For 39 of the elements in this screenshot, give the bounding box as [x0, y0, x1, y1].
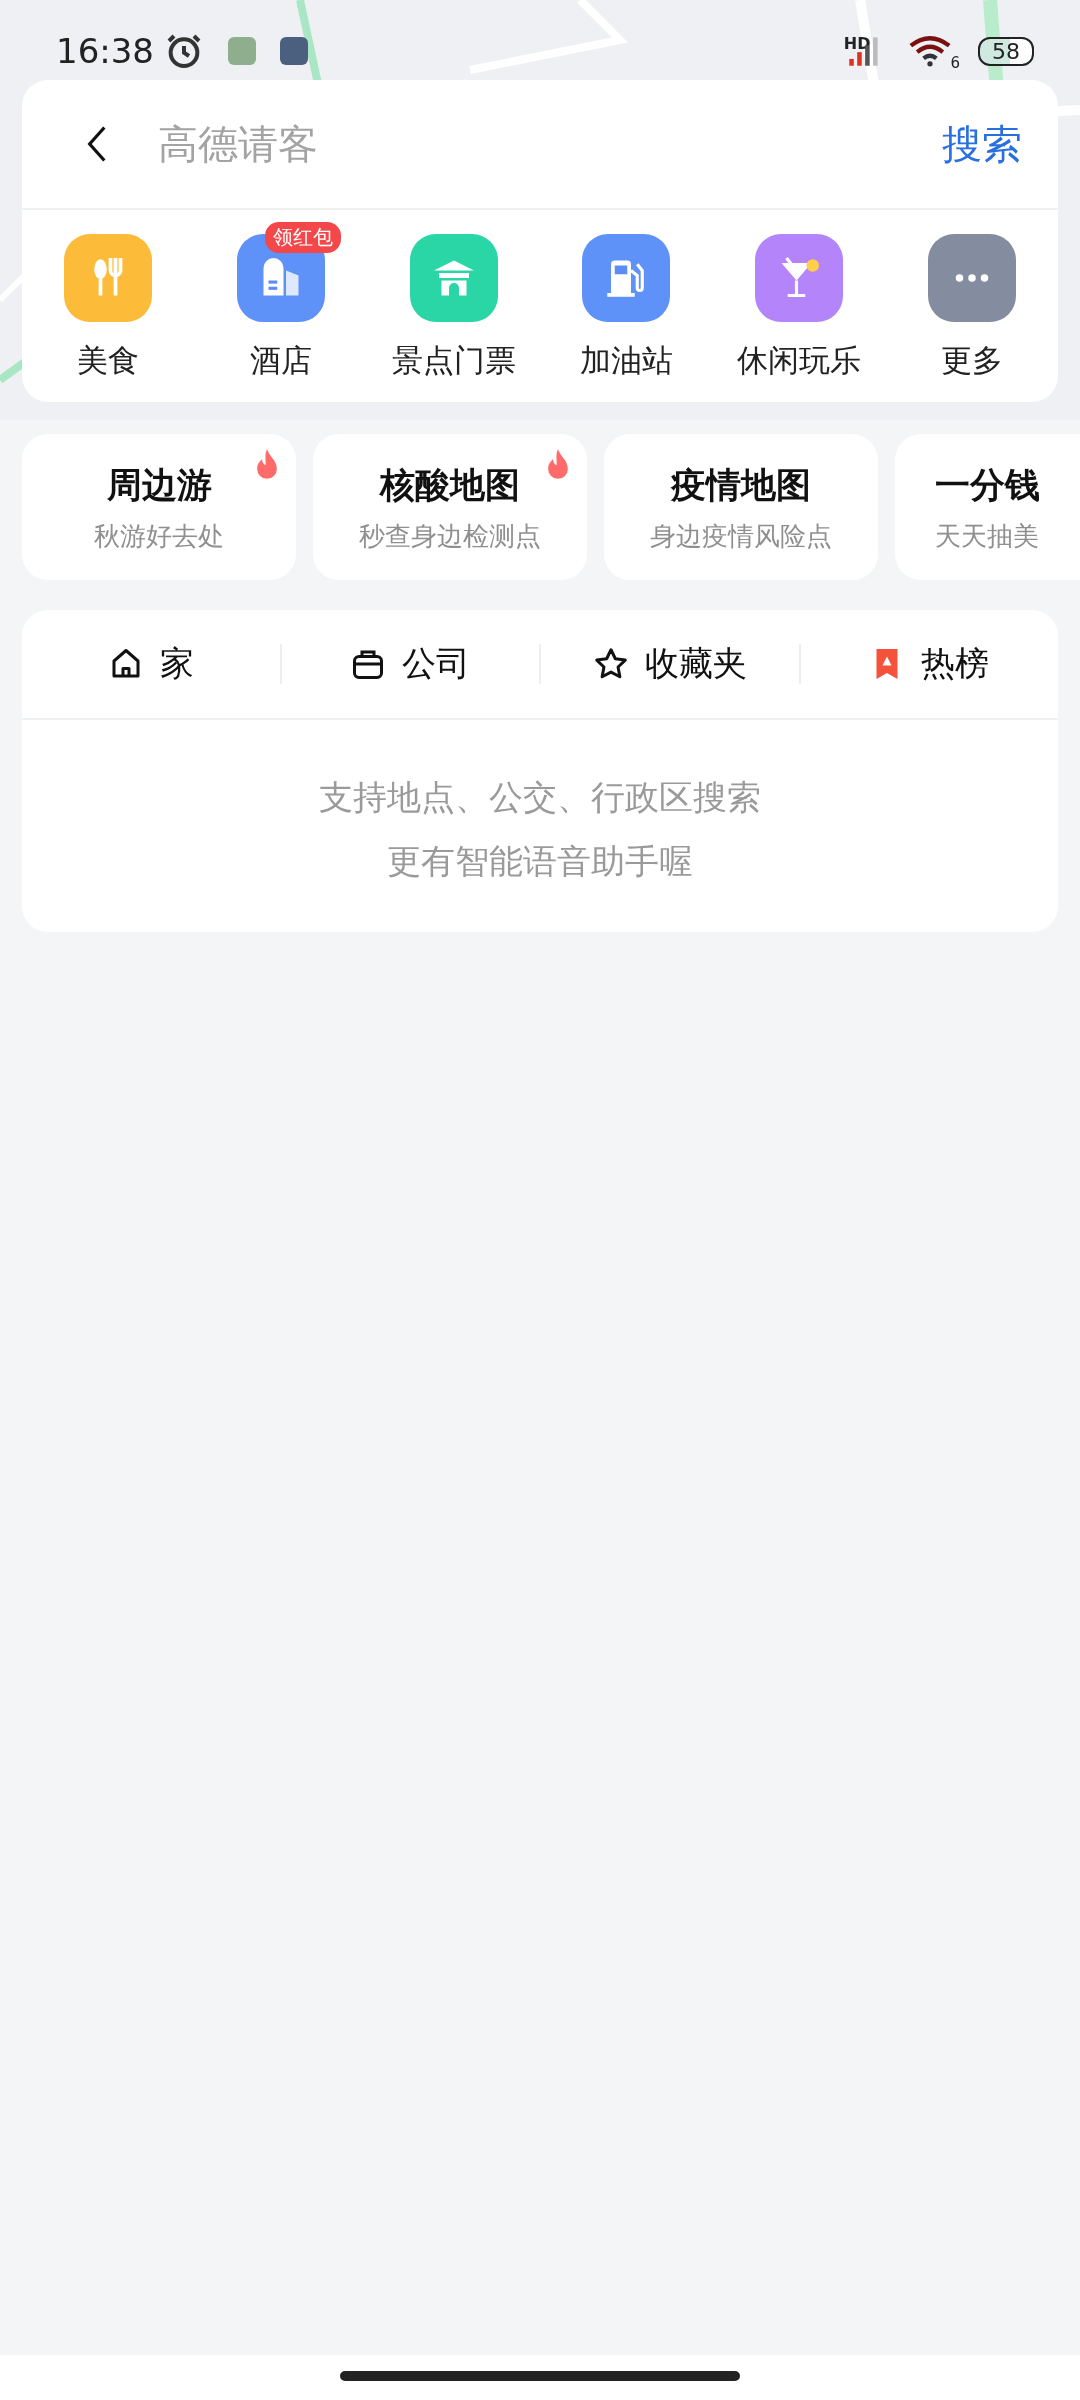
- search-button[interactable]: 搜索: [942, 116, 1022, 172]
- card-title: 疫情地图: [671, 464, 811, 507]
- card-subtitle: 秒查身边检测点: [359, 520, 541, 553]
- card-subtitle: 身边疫情风险点: [650, 520, 832, 553]
- card-subtitle: 天天抽美: [935, 520, 1039, 553]
- shortcut-label[interactable]: 景点门票: [391, 340, 516, 382]
- shortcut-label[interactable]: 休闲玩乐: [737, 340, 862, 382]
- gate-icon[interactable]: [409, 234, 498, 322]
- card-title: 核酸地图: [380, 464, 520, 507]
- card-title: 一分钱: [935, 464, 1040, 507]
- more-icon[interactable]: [928, 234, 1016, 322]
- card-title: 周边游: [106, 464, 212, 507]
- shortcut-label[interactable]: 更多: [941, 340, 1003, 382]
- shortcut-tab[interactable]: 家: [22, 634, 280, 694]
- quick-card[interactable]: 核酸地图 秒查身边检测点: [313, 434, 587, 580]
- fuel-pump-icon[interactable]: [582, 234, 671, 322]
- promo-badge: 领红包: [264, 222, 341, 253]
- hint-text: 支持地点、公交、行政区搜索: [319, 776, 761, 819]
- clock-time: 16:38: [56, 31, 154, 71]
- hint-text: 更有智能语音助手喔: [387, 840, 693, 883]
- wifi-icon: [908, 35, 953, 67]
- cocktail-icon[interactable]: [755, 234, 844, 322]
- wifi-label: 6: [950, 54, 960, 72]
- card-subtitle: 秋游好去处: [94, 520, 224, 553]
- app-icon: [280, 37, 308, 65]
- cutlery-icon[interactable]: [64, 234, 152, 322]
- quick-card[interactable]: 周边游 秋游好去处: [22, 434, 296, 580]
- quick-card[interactable]: 疫情地图 身边疫情风险点: [604, 434, 878, 580]
- shortcut-tab[interactable]: 公司: [281, 634, 539, 694]
- search-field[interactable]: 高德请客: [156, 120, 942, 168]
- network-label: HD: [843, 34, 871, 53]
- shortcut-tab[interactable]: 收藏夹: [541, 634, 799, 694]
- quick-card[interactable]: 一分钱 天天抽美: [895, 434, 1080, 580]
- shortcut-label[interactable]: 酒店: [249, 340, 312, 382]
- shortcut-label[interactable]: 美食: [77, 340, 139, 382]
- shortcut-label[interactable]: 加油站: [579, 340, 673, 382]
- app-icon: [228, 37, 256, 65]
- shortcut-tab[interactable]: 热榜: [800, 634, 1058, 694]
- back-icon[interactable]: [86, 124, 108, 164]
